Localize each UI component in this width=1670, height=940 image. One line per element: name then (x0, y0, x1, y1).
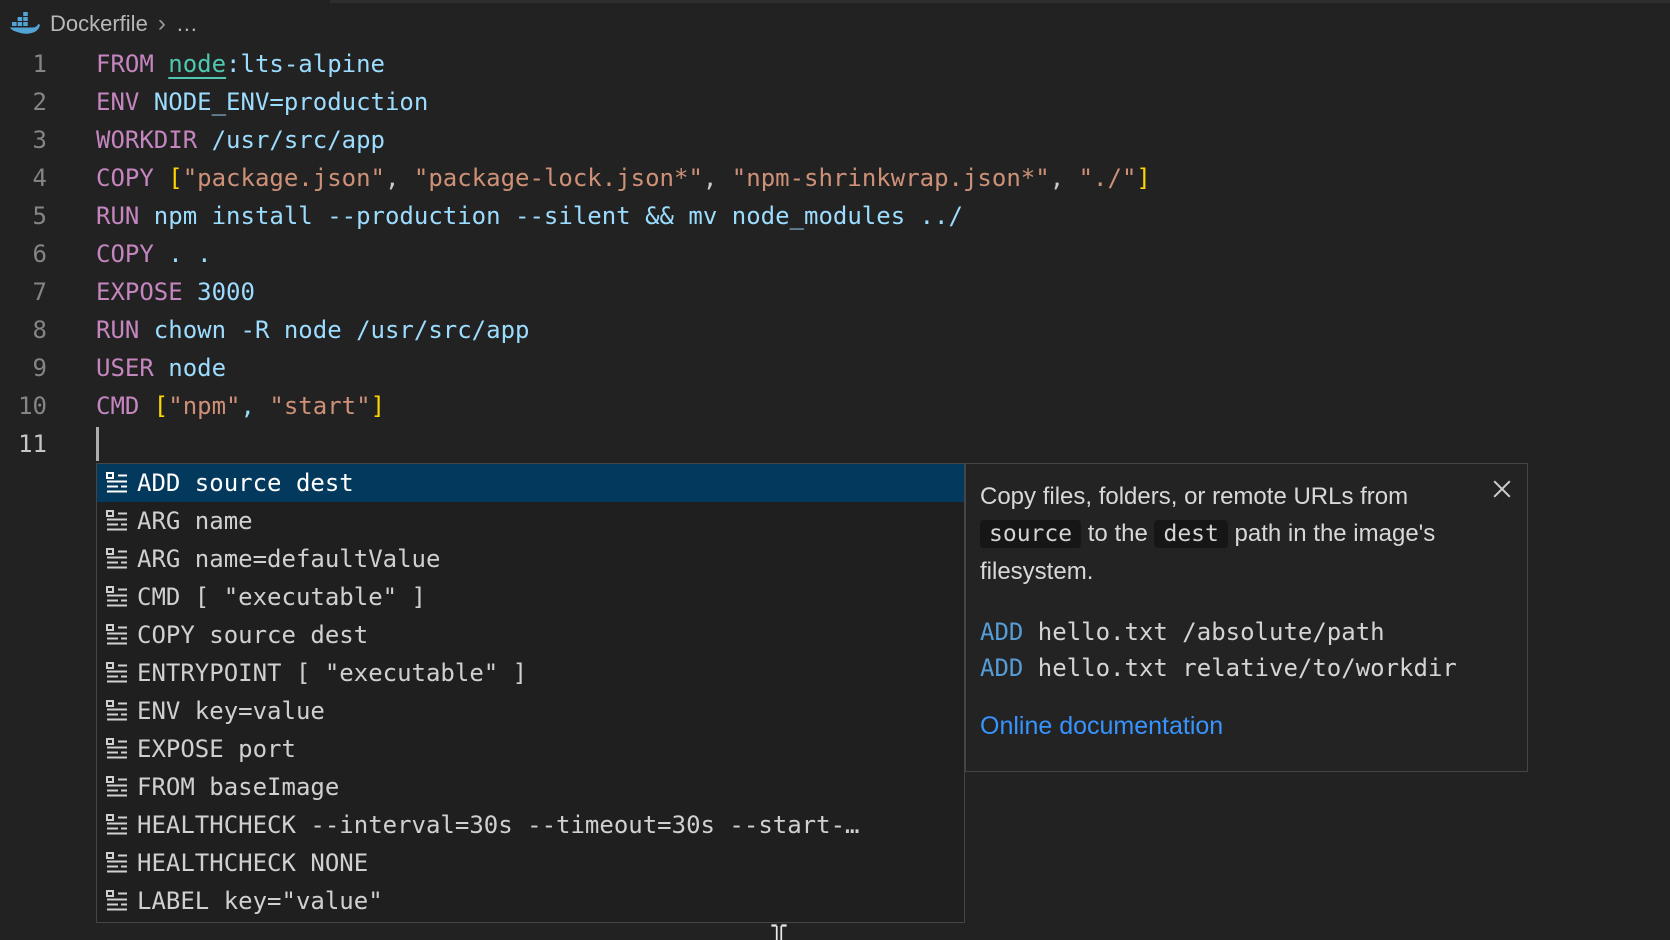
code-line-text: COPY . . (47, 235, 212, 273)
code-line-text: ENV NODE_ENV=production (47, 83, 428, 121)
code-line[interactable]: 5RUN npm install --production --silent &… (0, 197, 1670, 235)
code-area[interactable]: 1FROM node:lts-alpine2ENV NODE_ENV=produ… (0, 45, 1670, 463)
snippet-icon (105, 851, 129, 875)
code-line[interactable]: 4COPY ["package.json", "package-lock.jso… (0, 159, 1670, 197)
docs-code-examples: ADD hello.txt /absolute/pathADD hello.tx… (980, 614, 1507, 686)
text-ibeam-cursor (767, 922, 791, 940)
docs-text: Copy files, folders, or remote URLs from (980, 483, 1408, 510)
code-line-text: RUN chown -R node /usr/src/app (47, 311, 529, 349)
breadcrumb-file[interactable]: Dockerfile (50, 11, 148, 37)
line-number: 9 (0, 349, 47, 387)
suggest-item-label: ARG name (137, 507, 253, 535)
code-line-text: WORKDIR /usr/src/app (47, 121, 385, 159)
code-line[interactable]: 8RUN chown -R node /usr/src/app (0, 311, 1670, 349)
inline-code-chip: source (980, 520, 1081, 548)
suggest-item[interactable]: HEALTHCHECK NONE (97, 844, 964, 882)
snippet-icon (105, 471, 129, 495)
line-number: 8 (0, 311, 47, 349)
code-line-text: COPY ["package.json", "package-lock.json… (47, 159, 1151, 197)
docs-code-line: ADD hello.txt relative/to/workdir (980, 650, 1507, 686)
snippet-icon (105, 889, 129, 913)
snippet-icon (105, 813, 129, 837)
docs-text: to the (1081, 520, 1154, 547)
editor-top-border (330, 0, 1670, 3)
code-line-text: FROM node:lts-alpine (47, 45, 385, 83)
line-number: 6 (0, 235, 47, 273)
text-caret (96, 427, 99, 461)
line-number: 2 (0, 83, 47, 121)
suggest-item[interactable]: LABEL key="value" (97, 882, 964, 920)
suggest-docs-panel: Copy files, folders, or remote URLs from… (965, 463, 1528, 772)
code-line-text (47, 425, 99, 463)
snippet-icon (105, 661, 129, 685)
code-line[interactable]: 3WORKDIR /usr/src/app (0, 121, 1670, 159)
code-line-text: USER node (47, 349, 226, 387)
inline-code-chip: dest (1154, 520, 1227, 548)
suggest-item[interactable]: ARG name=defaultValue (97, 540, 964, 578)
snippet-icon (105, 509, 129, 533)
suggest-item-label: FROM baseImage (137, 773, 339, 801)
suggest-item-label: EXPOSE port (137, 735, 296, 763)
suggest-list: ADD source dest ARG name ARG name=defaultV… (96, 463, 965, 923)
suggest-item-label: LABEL key="value" (137, 887, 383, 915)
online-documentation-link[interactable]: Online documentation (980, 712, 1223, 741)
breadcrumb[interactable]: Dockerfile › … (10, 8, 198, 40)
suggest-item[interactable]: CMD [ "executable" ] (97, 578, 964, 616)
suggest-item[interactable]: HEALTHCHECK --interval=30s --timeout=30s… (97, 806, 964, 844)
suggest-item-label: HEALTHCHECK --interval=30s --timeout=30s… (137, 811, 859, 839)
code-line[interactable]: 9USER node (0, 349, 1670, 387)
code-line[interactable]: 11 (0, 425, 1670, 463)
suggest-item-label: ENTRYPOINT [ "executable" ] (137, 659, 527, 687)
suggest-item[interactable]: ENV key=value (97, 692, 964, 730)
suggest-item[interactable]: COPY source dest (97, 616, 964, 654)
suggest-item-label: ARG name=defaultValue (137, 545, 440, 573)
suggest-item[interactable]: ENTRYPOINT [ "executable" ] (97, 654, 964, 692)
suggest-item-label: CMD [ "executable" ] (137, 583, 426, 611)
line-number: 4 (0, 159, 47, 197)
snippet-icon (105, 547, 129, 571)
line-number: 10 (0, 387, 47, 425)
line-number: 1 (0, 45, 47, 83)
suggest-item[interactable]: ADD source dest (97, 464, 964, 502)
snippet-icon (105, 623, 129, 647)
line-number: 3 (0, 121, 47, 159)
snippet-icon (105, 775, 129, 799)
docker-whale-icon (10, 11, 40, 37)
close-icon[interactable] (1489, 476, 1515, 502)
suggest-item-label: COPY source dest (137, 621, 368, 649)
docs-description: Copy files, folders, or remote URLs from… (980, 478, 1507, 590)
line-number: 7 (0, 273, 47, 311)
breadcrumb-chevron-icon: › (158, 13, 166, 35)
code-line[interactable]: 7EXPOSE 3000 (0, 273, 1670, 311)
suggest-item-label: ENV key=value (137, 697, 325, 725)
suggest-item-label: HEALTHCHECK NONE (137, 849, 368, 877)
snippet-icon (105, 737, 129, 761)
line-number: 11 (0, 425, 47, 463)
breadcrumb-ellipsis[interactable]: … (176, 11, 198, 37)
suggest-item[interactable]: ARG name (97, 502, 964, 540)
code-line-text: CMD ["npm", "start"] (47, 387, 385, 425)
line-number: 5 (0, 197, 47, 235)
code-line-text: EXPOSE 3000 (47, 273, 255, 311)
code-line[interactable]: 1FROM node:lts-alpine (0, 45, 1670, 83)
suggest-item-label: ADD source dest (137, 469, 354, 497)
docs-code-line: ADD hello.txt /absolute/path (980, 614, 1507, 650)
snippet-icon (105, 699, 129, 723)
code-line-text: RUN npm install --production --silent &&… (47, 197, 963, 235)
code-line[interactable]: 2ENV NODE_ENV=production (0, 83, 1670, 121)
code-line[interactable]: 6COPY . . (0, 235, 1670, 273)
snippet-icon (105, 585, 129, 609)
suggest-item[interactable]: FROM baseImage (97, 768, 964, 806)
code-line[interactable]: 10CMD ["npm", "start"] (0, 387, 1670, 425)
suggest-item[interactable]: EXPOSE port (97, 730, 964, 768)
